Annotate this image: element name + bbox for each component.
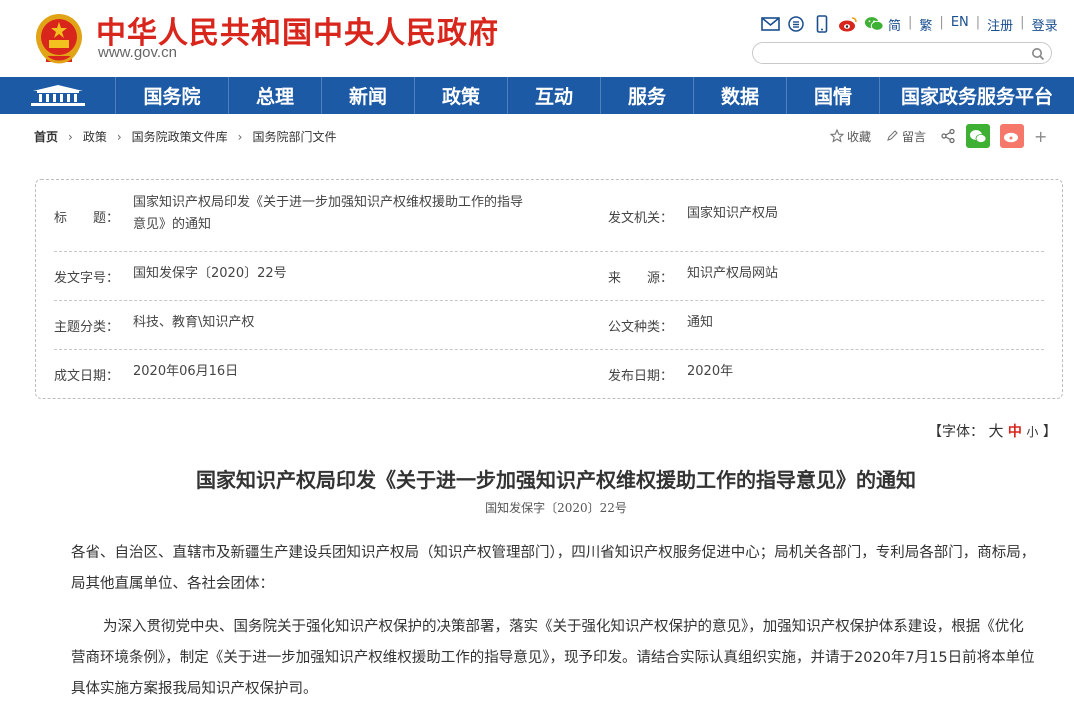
rss-icon[interactable]: [786, 14, 806, 34]
docno-value: 国知发保字〔2020〕22号: [133, 266, 287, 281]
comment-label: 留言: [902, 129, 927, 144]
font-size-medium-button[interactable]: 中: [1008, 424, 1022, 440]
national-emblem-icon[interactable]: [34, 12, 84, 66]
login-link[interactable]: 登录: [1032, 15, 1058, 34]
article-tools: 收藏 留言 +: [830, 124, 1047, 148]
font-size-small-button[interactable]: 小: [1026, 425, 1038, 439]
favorite-button[interactable]: 收藏: [830, 128, 871, 145]
date-value: 2020年06月16日: [133, 364, 239, 379]
font-size-suffix: 】: [1042, 424, 1057, 440]
share-icon[interactable]: [940, 128, 956, 144]
comment-button[interactable]: 留言: [885, 128, 926, 145]
font-size-large-button[interactable]: 大: [988, 422, 1003, 440]
mobile-icon[interactable]: [812, 14, 832, 34]
date-label: 成文日期：: [54, 369, 120, 384]
source-value: 知识产权局网站: [687, 266, 779, 281]
issuer-value: 国家知识产权局: [687, 206, 779, 221]
divider: |: [975, 15, 981, 30]
pub-date-value: 2020年: [687, 364, 734, 379]
share-weibo-icon[interactable]: [1000, 124, 1025, 148]
breadcrumb-home-link[interactable]: 首页: [34, 128, 58, 145]
title-value: 国家知识产权局印发《关于进一步加强知识产权维权援助工作的指导意见》的通知: [133, 195, 524, 232]
register-link[interactable]: 注册: [987, 15, 1013, 34]
nav-item-interaction[interactable]: 互动: [508, 77, 601, 114]
article-title: 国家知识产权局印发《关于进一步加强知识产权维权援助工作的指导意见》的通知: [196, 468, 916, 492]
nav-item-national-info[interactable]: 国情: [787, 77, 880, 114]
nav-item-gov-service-platform[interactable]: 国家政务服务平台: [880, 77, 1074, 114]
breadcrumb: 首页 › 政策 › 国务院政策文件库 › 国务院部门文件: [34, 128, 337, 145]
font-size-switcher: 【字体： 大 中 小 】: [928, 420, 1057, 441]
font-size-prefix: 【字体：: [928, 424, 984, 440]
lang-simplified-link[interactable]: 简: [888, 15, 901, 34]
chevron-right-icon: ›: [116, 129, 122, 144]
title-label: 标 题：: [54, 211, 120, 226]
search-box: [752, 42, 1052, 64]
info-row: 主题分类： 科技、教育\知识产权 公文种类： 通知: [54, 301, 1044, 350]
nav-home-icon[interactable]: [0, 77, 116, 114]
star-icon: [830, 129, 844, 143]
breadcrumb-policy-library-link[interactable]: 国务院政策文件库: [132, 128, 228, 145]
search-icon[interactable]: [1031, 46, 1045, 61]
main-nav: 国务院 总理 新闻 政策 互动 服务 数据 国情 国家政务服务平台: [0, 77, 1074, 114]
divider: |: [908, 15, 913, 30]
share-wechat-icon[interactable]: [966, 124, 991, 148]
docno-label: 发文字号：: [54, 271, 120, 286]
site-url[interactable]: www.gov.cn: [98, 44, 177, 61]
article-paragraph: 各省、自治区、直辖市及新疆生产建设兵团知识产权局（知识产权管理部门），四川省知识…: [71, 545, 1036, 592]
favorite-label: 收藏: [847, 129, 872, 144]
article-doc-number: 国知发保字〔2020〕22号: [485, 501, 627, 515]
nav-item-state-council[interactable]: 国务院: [116, 77, 229, 114]
search-input[interactable]: [763, 44, 1023, 64]
article-paragraph: 为深入贯彻党中央、国务院关于强化知识产权保护的决策部署，落实《关于强化知识产权保…: [71, 619, 1035, 697]
divider: |: [939, 15, 944, 30]
info-row: 成文日期： 2020年06月16日 发布日期： 2020年: [54, 350, 1044, 399]
weibo-icon[interactable]: [838, 14, 858, 34]
chevron-right-icon: ›: [68, 129, 73, 144]
pub-date-label: 发布日期：: [608, 369, 674, 384]
mail-icon[interactable]: [760, 14, 780, 34]
breadcrumb-dept-docs-link[interactable]: 国务院部门文件: [252, 128, 336, 145]
topic-label: 主题分类：: [54, 320, 120, 335]
language-links: 简 | 繁 | EN | 注册 | 登录: [888, 15, 1058, 34]
nav-item-news[interactable]: 新闻: [322, 77, 415, 114]
topic-value: 科技、教育\知识产权: [133, 315, 255, 330]
nav-item-policy[interactable]: 政策: [415, 77, 508, 114]
nav-item-services[interactable]: 服务: [601, 77, 694, 114]
pencil-icon: [887, 130, 898, 141]
site-header: 中华人民共和国中央人民政府 www.gov.cn 简 | 繁 | EN | 注册 | 登…: [0, 0, 1074, 77]
lang-traditional-link[interactable]: 繁: [919, 15, 932, 34]
breadcrumb-policy-link[interactable]: 政策: [83, 128, 107, 145]
info-row: 发文字号： 国知发保字〔2020〕22号 来 源： 知识产权局网站: [54, 252, 1044, 301]
doctype-value: 通知: [687, 315, 714, 330]
more-share-icon[interactable]: +: [1034, 127, 1047, 146]
chevron-right-icon: ›: [237, 129, 243, 144]
info-row: 标 题： 国家知识产权局印发《关于进一步加强知识产权维权援助工作的指导意见》的通…: [54, 180, 1044, 252]
nav-item-data[interactable]: 数据: [694, 77, 787, 114]
wechat-icon[interactable]: [864, 14, 884, 34]
document-info-table: 标 题： 国家知识产权局印发《关于进一步加强知识产权维权援助工作的指导意见》的通…: [35, 179, 1063, 399]
nav-item-premier[interactable]: 总理: [229, 77, 322, 114]
doctype-label: 公文种类：: [608, 320, 674, 335]
source-label: 来 源：: [608, 271, 674, 286]
divider: |: [1020, 15, 1025, 30]
lang-english-link[interactable]: EN: [951, 15, 969, 34]
top-icon-bar: [760, 14, 884, 34]
issuer-label: 发文机关：: [608, 211, 674, 226]
